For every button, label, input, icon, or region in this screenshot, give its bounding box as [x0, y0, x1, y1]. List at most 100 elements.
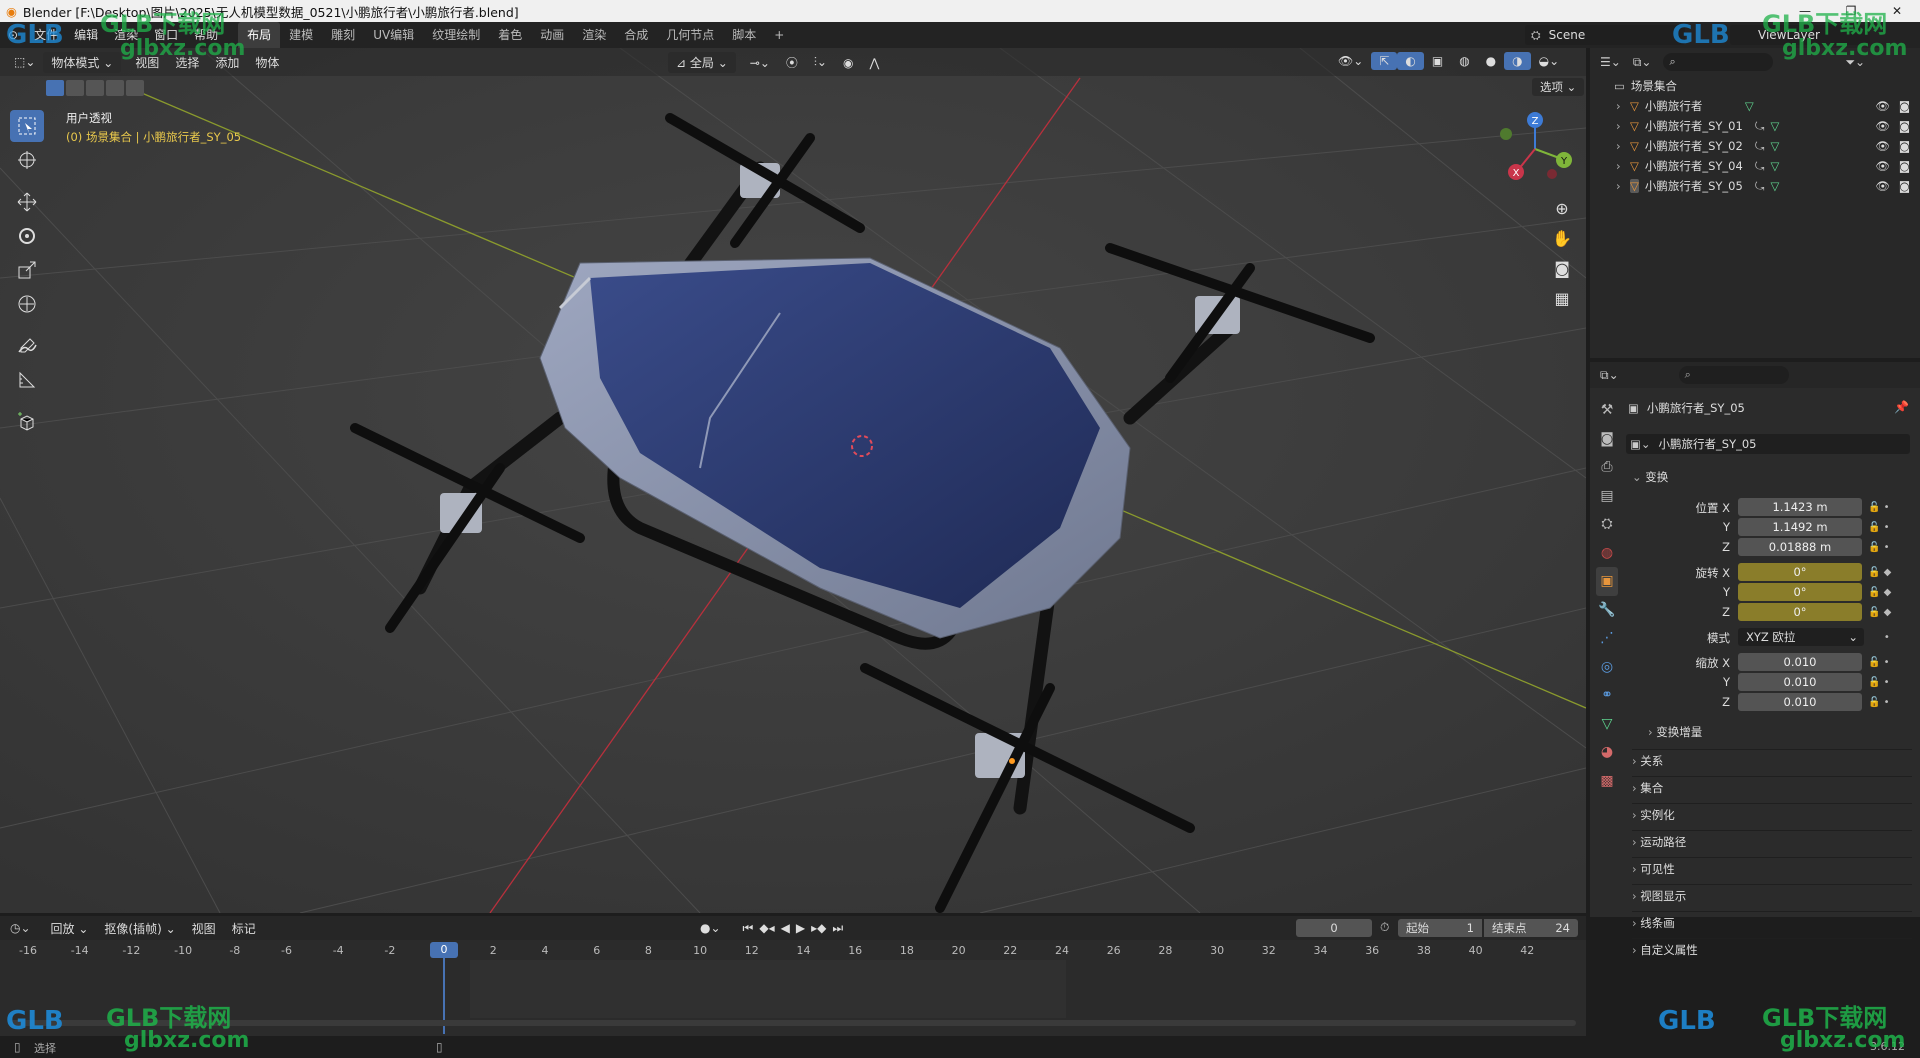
frame-ruler[interactable]: -16 -14 -12 -10 -8 -6 -4 -2 2 4 6 8 10 12 14 16 18 20 22 24… — [0, 942, 1586, 960]
texture-tab-icon[interactable]: ▩ — [1596, 767, 1618, 796]
object-tab-icon[interactable]: ▣ — [1596, 567, 1618, 596]
lock-icon[interactable]: 🔓 • — [1868, 673, 1908, 693]
lock-icon[interactable]: 🔓 • — [1868, 653, 1908, 673]
outliner-search-field[interactable]: ⌕ — [1663, 53, 1774, 71]
outliner-item[interactable]: › ▽ 小鹏旅行者_SY_04 ⤿ ▽ 👁 ◙ — [1590, 156, 1920, 176]
physics-tab-icon[interactable]: ◎ — [1596, 653, 1618, 682]
viewport-scene[interactable] — [0, 48, 1586, 913]
tab-compositing[interactable]: 合成 — [615, 22, 657, 48]
lock-icon[interactable]: 🔓 • — [1868, 693, 1908, 713]
collections-panel-header[interactable]: › 集合 — [1632, 776, 1912, 798]
3d-viewport[interactable]: 用户透视 (0) 场景集合 | 小鹏旅行者_SY_05 Z Y X ⊕ ✋ ◙ — [0, 48, 1586, 913]
transform-tool[interactable] — [10, 288, 44, 320]
delta-transform-header[interactable]: › 变换增量 — [1648, 724, 1702, 740]
measure-tool[interactable] — [10, 364, 44, 396]
add-workspace-button[interactable]: + — [765, 22, 793, 48]
scale-tool[interactable] — [10, 254, 44, 286]
view-layer-tab-icon[interactable]: ▤ — [1596, 482, 1618, 511]
timeline-editor-icon[interactable]: ◷⌄ — [10, 921, 31, 935]
display-mode-icon[interactable]: ⧉⌄ — [1633, 55, 1652, 70]
annotate-tool[interactable] — [10, 330, 44, 362]
constraints-tab-icon[interactable]: ⚭ — [1596, 681, 1618, 710]
object-name-field[interactable]: ▣⌄ 小鹏旅行者_SY_05 — [1626, 434, 1910, 454]
tab-rendering[interactable]: 渲染 — [573, 22, 615, 48]
modifier-tab-icon[interactable]: 🔧 — [1596, 596, 1618, 625]
render-camera-icon[interactable]: ◙ — [1899, 179, 1910, 193]
instancing-panel-header[interactable]: › 实例化 — [1632, 803, 1912, 825]
record-icon[interactable]: ●⌄ — [700, 921, 721, 935]
expand-arrow-icon[interactable]: › — [1616, 119, 1630, 133]
stopwatch-icon[interactable]: ⏱ — [1380, 920, 1389, 935]
transform-panel-header[interactable]: ⌄ 变换 — [1632, 467, 1912, 487]
timeline-marker-menu[interactable]: 标记 — [224, 918, 264, 939]
camera-view-icon[interactable]: ◙ — [1548, 254, 1576, 284]
line-art-panel-header[interactable]: › 线条画 — [1632, 911, 1912, 933]
cursor-tool[interactable] — [10, 144, 44, 176]
proportional-edit-icon[interactable]: ◉ — [835, 54, 861, 72]
outliner-editor-icon[interactable]: ☰⌄ — [1600, 55, 1621, 69]
mode-dropdown[interactable]: 物体模式 ⌄ — [43, 51, 122, 73]
custom-properties-panel-header[interactable]: › 自定义属性 — [1632, 938, 1912, 960]
rotation-x-field[interactable]: 0° — [1738, 563, 1862, 581]
visibility-eye-icon[interactable]: 👁 — [1875, 119, 1890, 133]
pan-hand-icon[interactable]: ✋ — [1548, 224, 1576, 254]
relations-panel-header[interactable]: › 关系 — [1632, 749, 1912, 771]
navigation-gizmo[interactable]: Z Y X — [1490, 104, 1580, 194]
xray-icon[interactable]: ▣ — [1424, 52, 1451, 70]
overlay-toggle-icon[interactable]: ◐ — [1397, 52, 1424, 70]
visibility-eye-icon[interactable]: 👁 — [1875, 179, 1890, 193]
next-keyframe-icon[interactable]: ▸◆ — [811, 921, 826, 935]
select-extend-icon[interactable] — [66, 80, 84, 96]
expand-arrow-icon[interactable]: › — [1616, 179, 1630, 193]
jump-end-icon[interactable]: ⏭ — [832, 921, 843, 936]
rotation-mode-dropdown[interactable]: XYZ 欧拉 ⌄ — [1738, 628, 1864, 646]
select-new-icon[interactable] — [46, 80, 64, 96]
lock-icon[interactable]: 🔓 • — [1868, 498, 1908, 518]
render-camera-icon[interactable]: ◙ — [1899, 139, 1910, 153]
render-tab-icon[interactable]: ◙ — [1596, 425, 1618, 454]
expand-arrow-icon[interactable]: › — [1616, 99, 1630, 113]
select-invert-icon[interactable] — [106, 80, 124, 96]
gizmo-toggle-icon[interactable]: ⇱ — [1371, 52, 1398, 70]
expand-arrow-icon[interactable]: › — [1616, 139, 1630, 153]
timeline-scrollbar[interactable] — [10, 1020, 1576, 1026]
visibility-eye-icon[interactable]: 👁 — [1875, 99, 1890, 113]
ortho-grid-icon[interactable]: ▦ — [1548, 284, 1576, 314]
transform-orientation-dropdown[interactable]: ⊿ 全局 ⌄ — [668, 52, 736, 73]
outliner-item[interactable]: › ▽ 小鹏旅行者 ▽ 👁 ◙ — [1590, 96, 1920, 116]
tab-shading[interactable]: 着色 — [489, 22, 531, 48]
outliner-item-active[interactable]: › ▽ 小鹏旅行者_SY_05 ⤿ ▽ 👁 ◙ — [1590, 176, 1920, 196]
options-dropdown[interactable]: 选项 ⌄ — [1532, 78, 1585, 96]
render-camera-icon[interactable]: ◙ — [1899, 119, 1910, 133]
location-y-field[interactable]: 1.1492 m — [1738, 518, 1862, 536]
scale-z-field[interactable]: 0.010 — [1738, 693, 1862, 711]
solid-shading-icon[interactable]: ● — [1478, 52, 1504, 70]
expand-arrow-icon[interactable]: › — [1616, 159, 1630, 173]
scale-x-field[interactable]: 0.010 — [1738, 653, 1862, 671]
tab-texture-paint[interactable]: 纹理绘制 — [423, 22, 489, 48]
tab-scripting[interactable]: 脚本 — [723, 22, 765, 48]
motion-paths-panel-header[interactable]: › 运动路径 — [1632, 830, 1912, 852]
scene-collection-row[interactable]: ▭ 场景集合 — [1590, 76, 1920, 96]
pivot-icon[interactable]: ⊸⌄ — [742, 54, 778, 72]
prev-keyframe-icon[interactable]: ◆◂ — [759, 921, 774, 935]
lock-icon[interactable]: 🔓 ◆ — [1868, 603, 1908, 623]
scene-selector[interactable]: ⛭ Scene — [1525, 25, 1685, 45]
lock-icon[interactable]: 🔓 • — [1868, 518, 1908, 538]
material-shading-icon[interactable]: ◑ — [1504, 52, 1531, 70]
data-tab-icon[interactable]: ▽ — [1596, 710, 1618, 739]
jump-start-icon[interactable]: ⏮ — [743, 921, 754, 936]
visibility-panel-header[interactable]: › 可见性 — [1632, 857, 1912, 879]
render-camera-icon[interactable]: ◙ — [1899, 99, 1910, 113]
lock-icon[interactable]: 🔓 ◆ — [1868, 583, 1908, 603]
add-cube-tool[interactable] — [10, 406, 44, 438]
rotation-y-field[interactable]: 0° — [1738, 583, 1862, 601]
outliner-item[interactable]: › ▽ 小鹏旅行者_SY_01 ⤿ ▽ 👁 ◙ — [1590, 116, 1920, 136]
play-icon[interactable]: ▶ — [796, 921, 805, 935]
select-subtract-icon[interactable] — [86, 80, 104, 96]
location-z-field[interactable]: 0.01888 m — [1738, 538, 1862, 556]
tool-tab-icon[interactable]: ⚒ — [1596, 396, 1618, 425]
tab-geometry-nodes[interactable]: 几何节点 — [657, 22, 723, 48]
properties-search-field[interactable]: ⌕ — [1678, 366, 1789, 384]
output-tab-icon[interactable]: ⎙ — [1596, 453, 1618, 482]
